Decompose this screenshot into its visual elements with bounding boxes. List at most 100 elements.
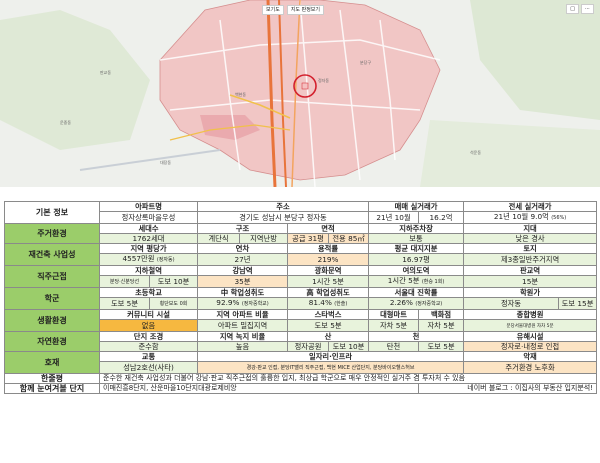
zone: 제3종일반주거지역 (463, 253, 598, 266)
middle-score: 92.9% (정자중학교) (197, 297, 289, 310)
category-env: 주거환경 (4, 223, 100, 244)
category-school: 학군 (4, 287, 100, 310)
green-ratio: 높음 (197, 341, 289, 352)
header-age: 연차 (197, 243, 289, 254)
snu-rate: 2.26% (정자중학교) (368, 297, 465, 310)
header-snu: 서울대 진학률 (368, 287, 465, 298)
high-score-note: (한솔) (334, 301, 348, 307)
gwanghwamun-time: 1시간 5분 (287, 275, 370, 288)
hazard: 정자로·내정로 인접 (463, 341, 598, 352)
heating-type: 지역난방 (239, 233, 289, 244)
yeouido-time: 1시간 5분 (환승 1회) (368, 275, 465, 288)
jobs: 경강·판교 인접, 분당IT밸리 직주근접, 백현 MICE 산업단지, 분당바… (197, 361, 465, 374)
high-score-value: 81.4% (308, 298, 332, 308)
header-jobs: 일자리·인프라 (197, 351, 465, 362)
apartment-analysis-table: 기본 정보 아파트명 주소 매매 실거래가 전세 실거래가 정자상록마을우성 경… (4, 201, 598, 394)
compare-text: 이매진흥8단지, 산운마을10단지대광로제비앙 (98, 383, 420, 394)
map-tools[interactable]: □ ⋯ (566, 4, 594, 14)
map-label: 분당구 (360, 60, 372, 65)
snu-rate-note: (정자중학교) (415, 301, 443, 307)
header-sale-price: 매매 실거래가 (368, 201, 465, 212)
terrain: 낮은 경사 (463, 233, 598, 244)
header-mart: 대형마트 (368, 309, 420, 320)
row-school-header: 학군 초등학교 中 학업성취도 高 학업성취도 서울대 진학률 학원가 (4, 287, 598, 310)
category-nature: 자연환경 (4, 331, 100, 352)
apt-ratio: 아파트 밀집지역 (197, 319, 289, 332)
map-label: 운중동 (60, 120, 72, 125)
header-yeouido: 여의도역 (368, 265, 465, 276)
header-land-share: 평균 대지지분 (368, 243, 465, 254)
header-department: 백화점 (418, 309, 465, 320)
header-community: 커뮤니티 시설 (98, 309, 199, 320)
map-tool-2[interactable]: ⋯ (581, 4, 594, 14)
middle-score-value: 92.9% (216, 298, 240, 308)
high-score: 81.4% (한솔) (287, 297, 370, 310)
map-canvas (0, 0, 600, 187)
category-summary: 한줄평 (4, 373, 100, 384)
header-traffic: 교통 (98, 351, 199, 362)
map-tool-1[interactable]: □ (566, 4, 579, 14)
header-area-price: 지역 평당가 (98, 243, 199, 254)
area-price: 4557만원 (정자동) (98, 253, 199, 266)
mart-time: 자차 5분 (368, 319, 420, 332)
category-life: 생활환경 (4, 309, 100, 332)
header-mountain: 산 (287, 331, 370, 342)
row-summary: 한줄평 준수한 재건축 사업성과 더불어 강남·판교 직주근접의 훌륭한 입지,… (4, 373, 598, 384)
header-households: 세대수 (98, 223, 199, 234)
sale-date: 21년 10월 (368, 211, 420, 224)
elementary-crosswalk: 횡단보도 0회 (148, 297, 199, 310)
map-control-1[interactable]: 보기도 (262, 5, 284, 15)
row-life-header: 생활환경 커뮤니티 시설 지역 아파트 비율 스타벅스 대형마트 백화점 종합병… (4, 309, 598, 332)
header-starbucks: 스타벅스 (287, 309, 370, 320)
header-high: 高 학업성취도 (287, 287, 370, 298)
community: 없음 (98, 319, 199, 332)
header-gangnam: 강남역 (197, 265, 289, 276)
hospital: 분당서울대병원 자차 5분 (463, 319, 598, 332)
row-good-header: 호재 교통 일자리·인프라 악재 (4, 351, 598, 374)
middle-score-note: (정자중학교) (241, 301, 269, 307)
map-control-2[interactable]: 지도 판정보기 (286, 5, 325, 15)
header-middle: 中 학업성취도 (197, 287, 289, 298)
header-stream: 천 (368, 331, 465, 342)
row-env-header: 주거환경 세대수 구조 면적 지하주차장 지대 (4, 223, 598, 244)
academy-location: 정자동 (463, 297, 560, 310)
header-area: 면적 (287, 223, 370, 234)
header-gwanghwamun: 광화문역 (287, 265, 370, 276)
header-hospital: 종합병원 (463, 309, 598, 320)
lease-info: 21년 10월 9.0억 (56%) (463, 211, 598, 224)
row-commute-header: 직주근접 지하철역 강남역 광화문역 여의도역 판교역 (4, 265, 598, 288)
map-label: 석운동 (470, 150, 482, 155)
area-price-note: (정자동) (156, 257, 175, 263)
header-far: 용적률 (287, 243, 370, 254)
hospital-value: 분당서울대병원 자차 5분 (506, 324, 554, 329)
category-compare: 함께 눈여겨볼 단지 (4, 383, 100, 394)
stream-time: 도보 5분 (418, 341, 465, 352)
header-apt-ratio: 지역 아파트 비율 (197, 309, 289, 320)
header-terrain: 지대 (463, 223, 598, 234)
header-green: 지역 녹지 비율 (197, 331, 289, 342)
header-subway: 지하철역 (98, 265, 199, 276)
header-pangyo: 판교역 (463, 265, 598, 276)
category-basic: 기본 정보 (4, 201, 100, 224)
subway-line-value: 분당·신분당선 (109, 279, 140, 285)
gangnam-time: 35분 (197, 275, 289, 288)
row-nature-header: 자연환경 단지 조경 지역 녹지 비율 산 천 유해시설 (4, 331, 598, 352)
header-parking: 지하주차장 (368, 223, 465, 234)
header-zone: 토지 (463, 243, 598, 254)
subway-time: 도보 10분 (148, 275, 199, 288)
blog-link[interactable]: 네이버 블로그 : 이집사의 부동산 입지분석! (418, 383, 598, 394)
map-view[interactable]: 보기도 지도 판정보기 □ ⋯ 판교동 운중동 백현동 정자동 분당구 대장동 … (0, 0, 600, 187)
landscape: 준수함 (98, 341, 199, 352)
elementary-time: 도보 5분 (99, 297, 150, 310)
map-view-controls[interactable]: 보기도 지도 판정보기 (262, 5, 325, 15)
header-elementary: 초등학교 (98, 287, 199, 298)
header-structure: 구조 (197, 223, 289, 234)
lease-date: 21년 10월 (493, 212, 529, 222)
map-label: 백현동 (235, 92, 247, 97)
structure-type: 계단식 (197, 233, 241, 244)
mountain-name: 정자공원 (287, 341, 330, 352)
lease-price: 9.0억 (530, 212, 549, 222)
row-basic-header: 기본 정보 아파트명 주소 매매 실거래가 전세 실거래가 (4, 201, 598, 224)
area-price-value: 4557만원 (122, 254, 155, 264)
apartment-name: 정자상록마을우성 (98, 211, 199, 224)
